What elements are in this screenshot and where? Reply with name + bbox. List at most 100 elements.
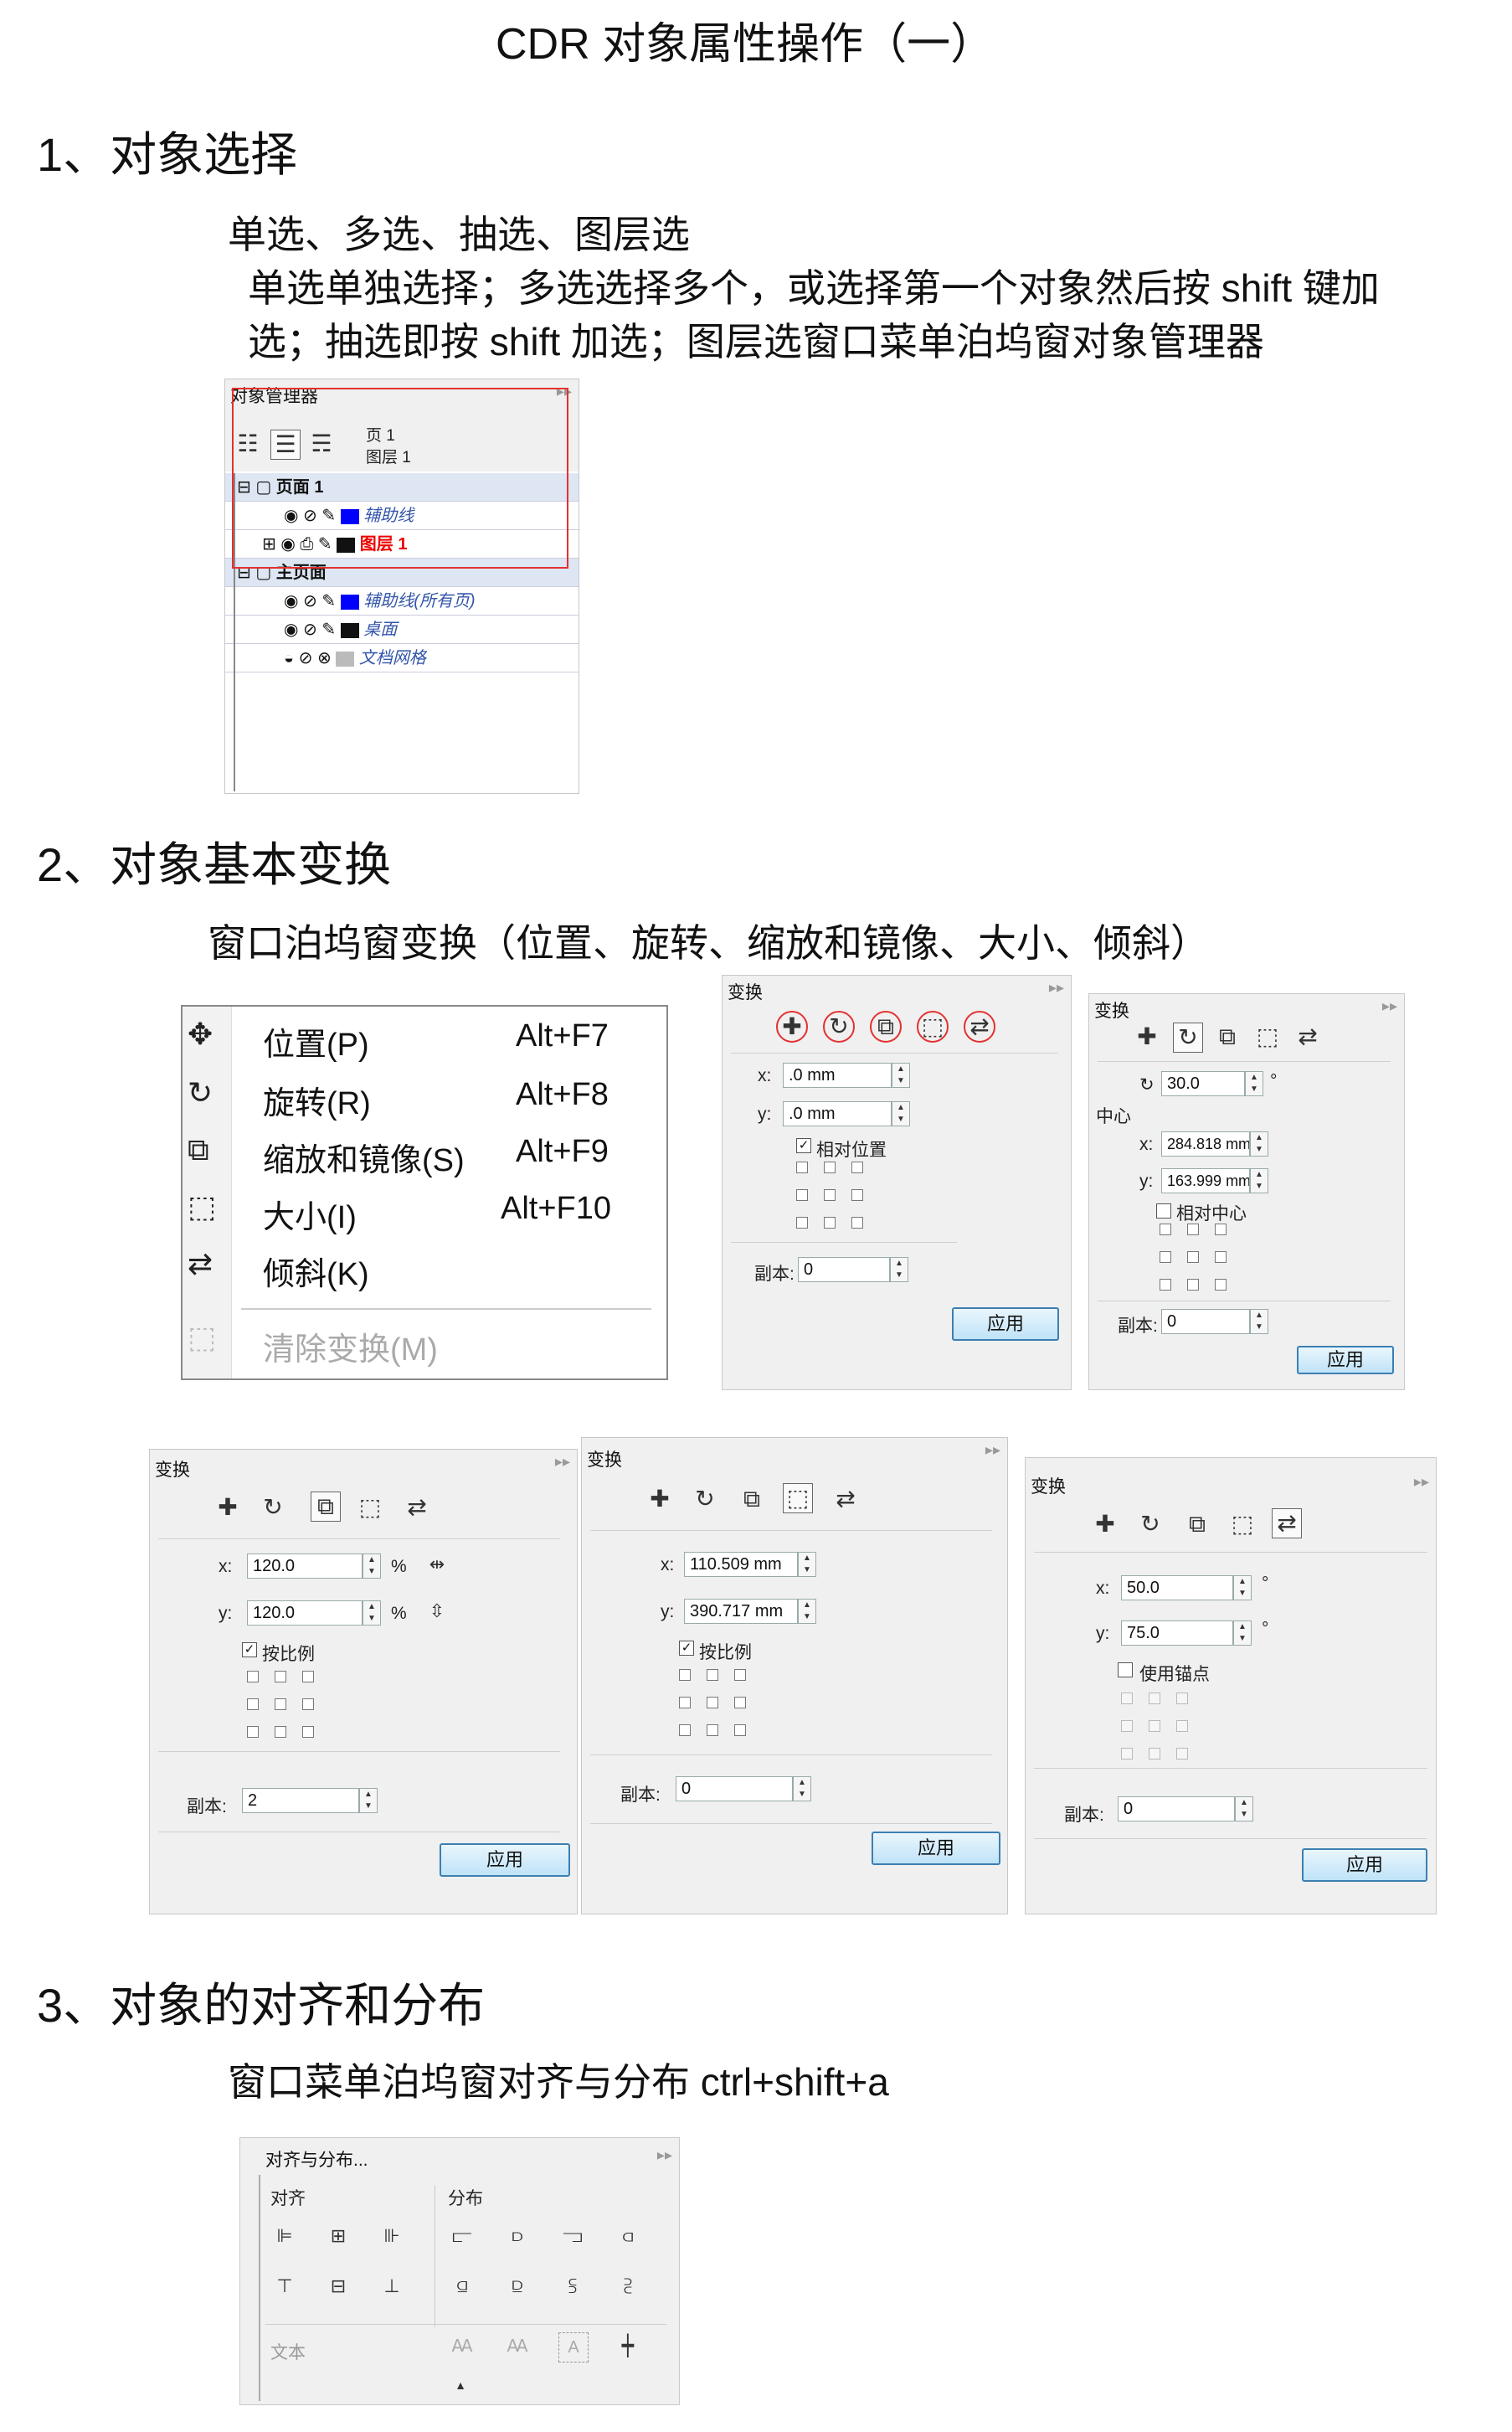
rotate-tab-icon[interactable]: ↻ bbox=[691, 1485, 719, 1513]
x-input[interactable]: .0 mm bbox=[783, 1063, 892, 1088]
apply-button[interactable]: 应用 bbox=[952, 1307, 1059, 1341]
panel-expand-icon[interactable]: ▸▸ bbox=[985, 1441, 1000, 1459]
center-y-input[interactable]: 163.999 mm bbox=[1161, 1168, 1250, 1193]
rotate-tab-icon[interactable]: ↻ bbox=[1173, 1023, 1203, 1053]
rotate-tab-icon[interactable]: ↻ bbox=[1136, 1510, 1165, 1538]
align-bottom-icon[interactable]: ⊥ bbox=[378, 2272, 406, 2301]
tree-row-grid[interactable]: ◒ ⊘ ⊗ 文档网格 bbox=[225, 644, 579, 672]
anchor-grid[interactable] bbox=[679, 1669, 746, 1736]
copies-spinner[interactable]: ▲ ▼ bbox=[793, 1776, 811, 1801]
menu-item-rotate[interactable]: 旋转(R) bbox=[263, 1077, 371, 1123]
center-x-spinner[interactable]: ▲ ▼ bbox=[1250, 1131, 1268, 1157]
panel-expand-icon[interactable]: ▸▸ bbox=[555, 1453, 570, 1471]
y-spinner[interactable]: ▲ ▼ bbox=[892, 1101, 910, 1126]
height-input[interactable]: 390.717 mm bbox=[684, 1599, 798, 1624]
size-tab-icon[interactable]: ⬚ bbox=[917, 1011, 949, 1043]
skew-y-input[interactable]: 75.0 bbox=[1121, 1620, 1233, 1646]
panel-expand-icon[interactable]: ▸▸ bbox=[1414, 1473, 1429, 1491]
align-left-icon[interactable]: ⊫ bbox=[270, 2222, 299, 2250]
distribute-spacing-h-icon[interactable]: ⫏ bbox=[614, 2222, 642, 2250]
distribute-center-h-icon[interactable]: ⫐ bbox=[503, 2222, 532, 2250]
position-tab-icon[interactable]: ✚ bbox=[645, 1485, 674, 1513]
skew-tab-icon[interactable]: ⇄ bbox=[1272, 1508, 1302, 1538]
position-tab-icon[interactable]: ✚ bbox=[1091, 1510, 1119, 1538]
scale-tab-icon[interactable]: ⧉ bbox=[1213, 1023, 1242, 1051]
size-tab-icon[interactable]: ⬚ bbox=[1228, 1510, 1257, 1538]
text-bounding-box-icon[interactable]: A bbox=[558, 2332, 589, 2362]
menu-item-skew[interactable]: 倾斜(K) bbox=[263, 1248, 369, 1294]
angle-spinner[interactable]: ▲ ▼ bbox=[1245, 1071, 1263, 1096]
mirror-vertical-icon[interactable]: ⇳ bbox=[423, 1597, 451, 1626]
copies-input[interactable]: 0 bbox=[798, 1257, 890, 1282]
tree-row-desktop[interactable]: ◉ ⊘ ✎ 桌面 bbox=[225, 616, 579, 644]
scale-y-spinner[interactable]: ▲ ▼ bbox=[363, 1600, 381, 1626]
distribute-spacing-v-icon[interactable]: ⫔ bbox=[614, 2272, 642, 2301]
skew-tab-icon[interactable]: ⇄ bbox=[403, 1493, 431, 1522]
apply-button[interactable]: 应用 bbox=[440, 1843, 570, 1877]
skew-tab-icon[interactable]: ⇄ bbox=[1293, 1023, 1322, 1051]
text-baseline-icon[interactable]: Ꜳ bbox=[448, 2332, 476, 2361]
position-tab-icon[interactable]: ✚ bbox=[1133, 1023, 1161, 1051]
menu-item-scale[interactable]: 缩放和镜像(S) bbox=[263, 1134, 465, 1180]
copies-input[interactable]: 2 bbox=[242, 1788, 359, 1813]
distribute-left-icon[interactable]: ⫍ bbox=[448, 2222, 476, 2250]
copies-spinner[interactable]: ▲ ▼ bbox=[359, 1788, 378, 1813]
copies-spinner[interactable]: ▲ ▼ bbox=[1235, 1796, 1253, 1821]
skew-tab-icon[interactable]: ⇄ bbox=[831, 1485, 860, 1513]
scale-x-spinner[interactable]: ▲ ▼ bbox=[363, 1553, 381, 1579]
center-y-spinner[interactable]: ▲ ▼ bbox=[1250, 1168, 1268, 1193]
anchor-grid[interactable] bbox=[247, 1671, 314, 1738]
proportional-checkbox[interactable]: ✓ bbox=[679, 1641, 694, 1656]
align-center-v-icon[interactable]: ⊟ bbox=[324, 2272, 352, 2301]
distribute-right-icon[interactable]: ⫎ bbox=[558, 2222, 587, 2250]
rotate-tab-icon[interactable]: ↻ bbox=[259, 1493, 287, 1522]
copies-input[interactable]: 0 bbox=[676, 1776, 793, 1801]
scale-y-input[interactable]: 120.0 bbox=[247, 1600, 363, 1626]
distribute-top-icon[interactable]: ⫑ bbox=[448, 2272, 476, 2301]
apply-button[interactable]: 应用 bbox=[1297, 1346, 1394, 1374]
skew-tab-icon[interactable]: ⇄ bbox=[964, 1011, 995, 1043]
scale-tab-icon[interactable]: ⧉ bbox=[311, 1492, 341, 1522]
width-spinner[interactable]: ▲ ▼ bbox=[798, 1552, 816, 1577]
center-x-input[interactable]: 284.818 mm bbox=[1161, 1131, 1250, 1157]
align-right-icon[interactable]: ⊪ bbox=[378, 2222, 406, 2250]
panel-expand-icon[interactable]: ▸▸ bbox=[657, 2146, 672, 2164]
use-anchor-checkbox[interactable] bbox=[1118, 1662, 1133, 1677]
size-tab-icon[interactable]: ⬚ bbox=[783, 1483, 813, 1513]
relative-position-checkbox[interactable]: ✓ bbox=[796, 1138, 811, 1153]
anchor-grid[interactable] bbox=[796, 1162, 863, 1229]
position-tab-icon[interactable]: ✚ bbox=[213, 1493, 242, 1522]
apply-button[interactable]: 应用 bbox=[872, 1832, 1000, 1865]
y-input[interactable]: .0 mm bbox=[783, 1101, 892, 1126]
skew-x-spinner[interactable]: ▲ ▼ bbox=[1233, 1575, 1252, 1600]
align-top-icon[interactable]: ⊤ bbox=[270, 2272, 299, 2301]
size-tab-icon[interactable]: ⬚ bbox=[356, 1493, 384, 1522]
panel-expand-icon[interactable]: ▸▸ bbox=[1049, 979, 1064, 997]
scale-tab-icon[interactable]: ⧉ bbox=[870, 1011, 902, 1043]
collapse-arrow-icon[interactable]: ▲ bbox=[446, 2371, 475, 2399]
angle-input[interactable]: 30.0 bbox=[1161, 1071, 1245, 1096]
copies-input[interactable]: 0 bbox=[1118, 1796, 1235, 1821]
relative-center-checkbox[interactable] bbox=[1156, 1203, 1171, 1219]
text-first-line-icon[interactable]: Ꜳ bbox=[503, 2332, 532, 2361]
copies-input[interactable]: 0 bbox=[1161, 1309, 1250, 1334]
scale-x-input[interactable]: 120.0 bbox=[247, 1553, 363, 1579]
skew-x-input[interactable]: 50.0 bbox=[1121, 1575, 1233, 1600]
panel-expand-icon[interactable]: ▸▸ bbox=[1382, 997, 1397, 1015]
tree-row-guides-all[interactable]: ◉ ⊘ ✎ 辅助线(所有页) bbox=[225, 587, 579, 616]
width-input[interactable]: 110.509 mm bbox=[684, 1552, 798, 1577]
menu-item-position[interactable]: 位置(P) bbox=[263, 1018, 369, 1064]
x-spinner[interactable]: ▲ ▼ bbox=[892, 1063, 910, 1088]
distribute-center-v-icon[interactable]: ⫒ bbox=[503, 2272, 532, 2301]
mirror-horizontal-icon[interactable]: ⇹ bbox=[423, 1550, 451, 1579]
copies-spinner[interactable]: ▲ ▼ bbox=[1250, 1309, 1268, 1334]
size-tab-icon[interactable]: ⬚ bbox=[1253, 1023, 1282, 1051]
copies-spinner[interactable]: ▲ ▼ bbox=[890, 1257, 908, 1282]
rotate-tab-icon[interactable]: ↻ bbox=[823, 1011, 855, 1043]
skew-y-spinner[interactable]: ▲ ▼ bbox=[1233, 1620, 1252, 1646]
snap-to-icon[interactable]: ┿ bbox=[614, 2332, 642, 2361]
position-tab-icon[interactable]: ✚ bbox=[776, 1011, 808, 1043]
menu-item-size[interactable]: 大小(I) bbox=[263, 1191, 357, 1237]
height-spinner[interactable]: ▲ ▼ bbox=[798, 1599, 816, 1624]
distribute-bottom-icon[interactable]: ⫓ bbox=[558, 2272, 587, 2301]
